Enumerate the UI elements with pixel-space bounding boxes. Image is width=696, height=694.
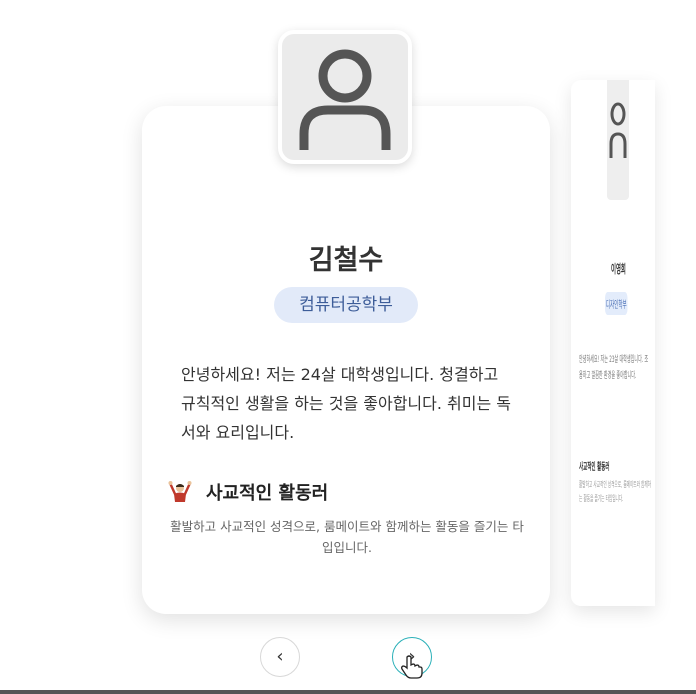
hand-cursor-icon	[401, 655, 423, 679]
profile-bio: 안녕하세요! 저는 24살 대학생입니다. 청결하고 규칙적인 생활을 하는 것…	[181, 365, 512, 442]
chevron-left-icon: ‹	[276, 646, 284, 667]
cheering-person-icon	[168, 480, 192, 504]
next-profile-department: 디자인학부	[605, 292, 628, 315]
user-icon	[299, 49, 391, 150]
profile-name: 김철수	[308, 245, 384, 276]
next-profile-type-title: 사교적인 활동러	[579, 462, 610, 473]
previous-button[interactable]: ‹	[260, 637, 300, 677]
profile-carousel: 이영희 디자인학부 안녕하세요! 저는 23살 대학생입니다. 조용하고 깔끔한…	[0, 0, 696, 694]
profile-avatar	[278, 30, 412, 164]
personality-type-description: 활발하고 사교적인 성격으로, 룸메이트와 함께하는 활동을 즐기는 타입입니다…	[170, 519, 524, 555]
bottom-border	[0, 690, 696, 694]
next-profile-bio: 안녕하세요! 저는 23살 대학생입니다. 조용하고 깔끔한 환경을 좋아합니다…	[579, 355, 649, 381]
personality-type-title: 사교적인 활동러	[206, 483, 329, 504]
next-avatar	[607, 80, 629, 200]
next-profile-type-description: 활발하고 사교적인 성격으로, 룸메이트와 함께하는 활동을 즐기는 타입입니다…	[579, 480, 651, 503]
user-icon	[609, 102, 627, 158]
department-badge: 컴퓨터공학부	[274, 287, 418, 323]
next-profile-name: 이영희	[611, 262, 626, 276]
next-profile-card[interactable]: 이영희 디자인학부 안녕하세요! 저는 23살 대학생입니다. 조용하고 깔끔한…	[571, 80, 655, 606]
